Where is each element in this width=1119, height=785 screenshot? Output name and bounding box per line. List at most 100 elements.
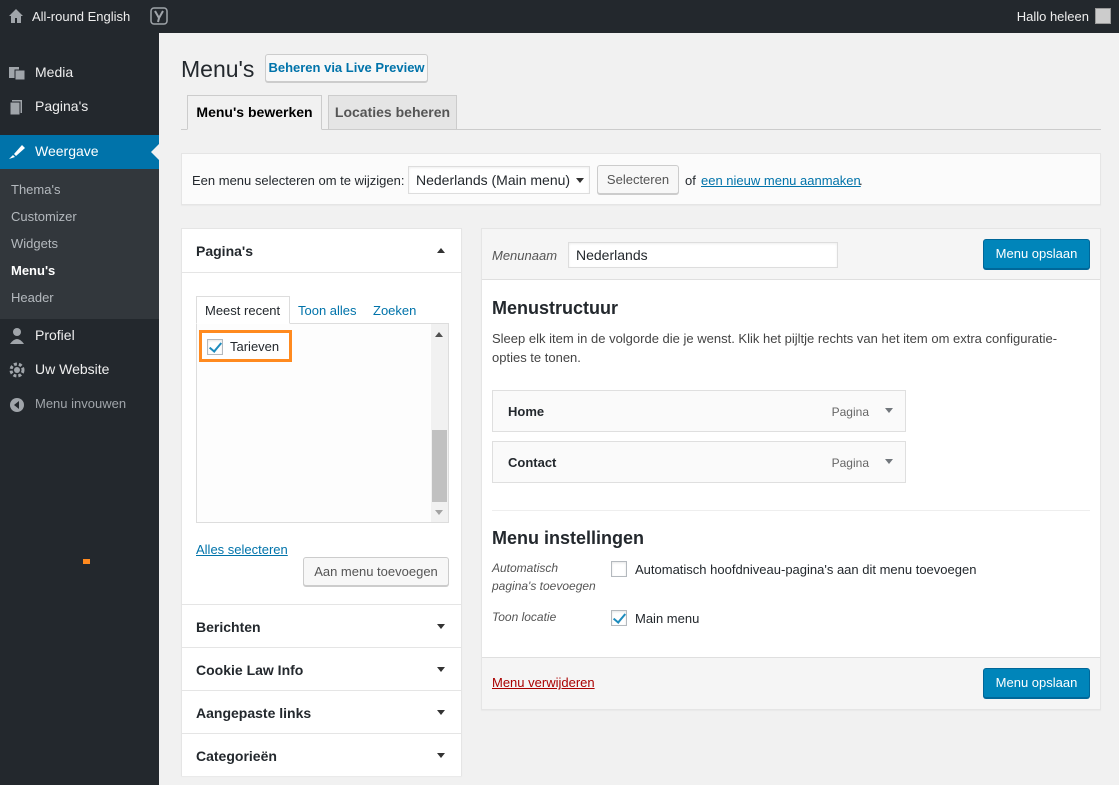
chevron-up-icon[interactable] (437, 248, 445, 253)
menu-item-contact[interactable]: Contact Pagina (492, 441, 906, 483)
main-menu-checkbox[interactable] (611, 610, 627, 626)
appearance-icon (9, 145, 25, 159)
chevron-down-icon[interactable] (437, 667, 445, 672)
chevron-down-icon[interactable] (437, 710, 445, 715)
scroll-up-icon[interactable] (435, 332, 443, 337)
main-menu-option: Main menu (635, 611, 700, 626)
select-all-link[interactable]: Alles selecteren (196, 542, 288, 557)
chevron-down-icon[interactable] (885, 459, 893, 464)
chevron-down-icon[interactable] (437, 624, 445, 629)
add-items-panel: Pagina's Meest recent Toon alles Zoeken … (181, 228, 462, 776)
period-text: . (859, 173, 863, 188)
save-menu-button-bottom[interactable]: Menu opslaan (983, 668, 1090, 698)
auto-add-checkbox[interactable] (611, 561, 627, 577)
chevron-down-icon (576, 178, 584, 183)
select-button[interactable]: Selecteren (597, 165, 679, 194)
settings-icon (9, 362, 25, 378)
location-label: Toon locatie (492, 610, 557, 624)
scrollbar-thumb[interactable] (432, 430, 447, 502)
menu-structure-desc-1: Sleep elk item in de volgorde die je wen… (492, 331, 1058, 346)
submenu-item-menus[interactable]: Menu's (11, 263, 55, 278)
admin-sidebar: Media Pagina's Weergave Thema's Customiz… (0, 33, 159, 785)
tab-show-all[interactable]: Toon alles (298, 303, 357, 318)
pages-section-header[interactable]: Pagina's (182, 229, 461, 273)
menu-item-home[interactable]: Home Pagina (492, 390, 906, 432)
menu-item-label: Home (508, 404, 545, 419)
sidebar-item-website[interactable]: Uw Website (0, 353, 159, 387)
section-custom-links-title: Aangepaste links (196, 705, 312, 721)
section-cookie-title: Cookie Law Info (196, 662, 304, 678)
pages-list: Tarieven (196, 323, 449, 523)
menu-item-type: Pagina (831, 456, 869, 470)
menu-structure-title: Menustructuur (492, 298, 618, 318)
avatar[interactable] (1095, 8, 1111, 24)
tab-most-recent[interactable]: Meest recent (196, 296, 290, 324)
section-posts[interactable]: Berichten (182, 604, 461, 647)
pages-icon (9, 100, 22, 115)
submenu-item-widgets[interactable]: Widgets (11, 236, 58, 251)
section-posts-title: Berichten (196, 619, 261, 635)
chevron-down-icon[interactable] (437, 753, 445, 758)
sidebar-item-label: Pagina's (35, 98, 89, 114)
page-checkbox-tarieven[interactable] (207, 339, 223, 355)
submenu-item-themes[interactable]: Thema's (11, 182, 60, 197)
sidebar-item-label: Media (35, 64, 74, 80)
create-new-menu-link[interactable]: een nieuw menu aanmaken (701, 173, 861, 188)
sidebar-item-pages[interactable]: Pagina's (0, 90, 159, 124)
page-label-tarieven: Tarieven (230, 339, 280, 354)
scroll-down-icon[interactable] (435, 510, 443, 515)
collapse-icon (10, 398, 24, 412)
pages-section-title: Pagina's (196, 243, 254, 259)
highlight-marker (83, 559, 90, 564)
menu-select-value: Nederlands (Main menu) (416, 172, 571, 188)
select-menu-label: Een menu selecteren om te wijzigen: (192, 173, 405, 188)
submenu-item-header[interactable]: Header (11, 290, 54, 305)
tab-manage-locations[interactable]: Locaties beheren (328, 95, 457, 130)
sidebar-item-label: Profiel (35, 327, 75, 343)
appearance-submenu: Thema's Customizer Widgets Menu's Header (0, 169, 159, 319)
media-icon (9, 67, 26, 81)
divider (492, 510, 1090, 511)
sidebar-item-appearance[interactable]: Weergave (0, 135, 159, 169)
save-menu-button-top[interactable]: Menu opslaan (983, 239, 1090, 269)
sidebar-item-profile[interactable]: Profiel (0, 319, 159, 353)
menu-select-bar: Een menu selecteren om te wijzigen: Nede… (181, 153, 1101, 205)
menu-name-label: Menunaam (492, 248, 558, 263)
menu-item-label: Contact (508, 455, 557, 470)
live-preview-button[interactable]: Beheren via Live Preview (265, 54, 428, 82)
menu-select[interactable]: Nederlands (Main menu) (408, 166, 590, 194)
chevron-down-icon[interactable] (885, 408, 893, 413)
sidebar-item-label: Weergave (35, 143, 99, 159)
section-categories-title: Categorieën (196, 748, 277, 764)
or-text: of (685, 173, 696, 188)
delete-menu-link[interactable]: Menu verwijderen (492, 675, 595, 690)
yoast-icon[interactable] (150, 7, 168, 25)
menu-name-value: Nederlands (576, 247, 648, 263)
menu-settings-title: Menu instellingen (492, 528, 645, 548)
section-categories[interactable]: Categorieën (182, 733, 461, 776)
section-custom-links[interactable]: Aangepaste links (182, 690, 461, 733)
user-icon (10, 328, 24, 344)
scrollbar[interactable] (431, 324, 448, 522)
sidebar-item-media[interactable]: Media (0, 56, 159, 90)
tab-edit-menus[interactable]: Menu's bewerken (187, 95, 322, 130)
menu-structure-desc-2: opties te tonen. (492, 350, 581, 365)
add-to-menu-button[interactable]: Aan menu toevoegen (303, 557, 449, 586)
auto-add-label-2: pagina's toevoegen (492, 579, 596, 593)
sidebar-item-label: Menu invouwen (35, 396, 127, 411)
howdy-text[interactable]: Hallo heleen (1017, 9, 1089, 24)
admin-bar: All-round English Hallo heleen (0, 0, 1119, 33)
tab-most-recent-label: Meest recent (205, 303, 281, 318)
menu-item-type: Pagina (831, 405, 869, 419)
home-icon[interactable] (8, 8, 24, 24)
menu-name-input[interactable]: Nederlands (568, 242, 838, 268)
page-title: Menu's (181, 56, 255, 82)
sidebar-collapse[interactable]: Menu invouwen (0, 388, 159, 422)
tab-search[interactable]: Zoeken (373, 303, 416, 318)
section-cookie-law-info[interactable]: Cookie Law Info (182, 647, 461, 690)
submenu-item-customizer[interactable]: Customizer (11, 209, 77, 224)
site-name-link[interactable]: All-round English (32, 9, 130, 24)
sidebar-item-label: Uw Website (35, 361, 110, 377)
auto-add-label-1: Automatisch (492, 561, 559, 575)
auto-add-option: Automatisch hoofdniveau-pagina's aan dit… (635, 562, 977, 577)
